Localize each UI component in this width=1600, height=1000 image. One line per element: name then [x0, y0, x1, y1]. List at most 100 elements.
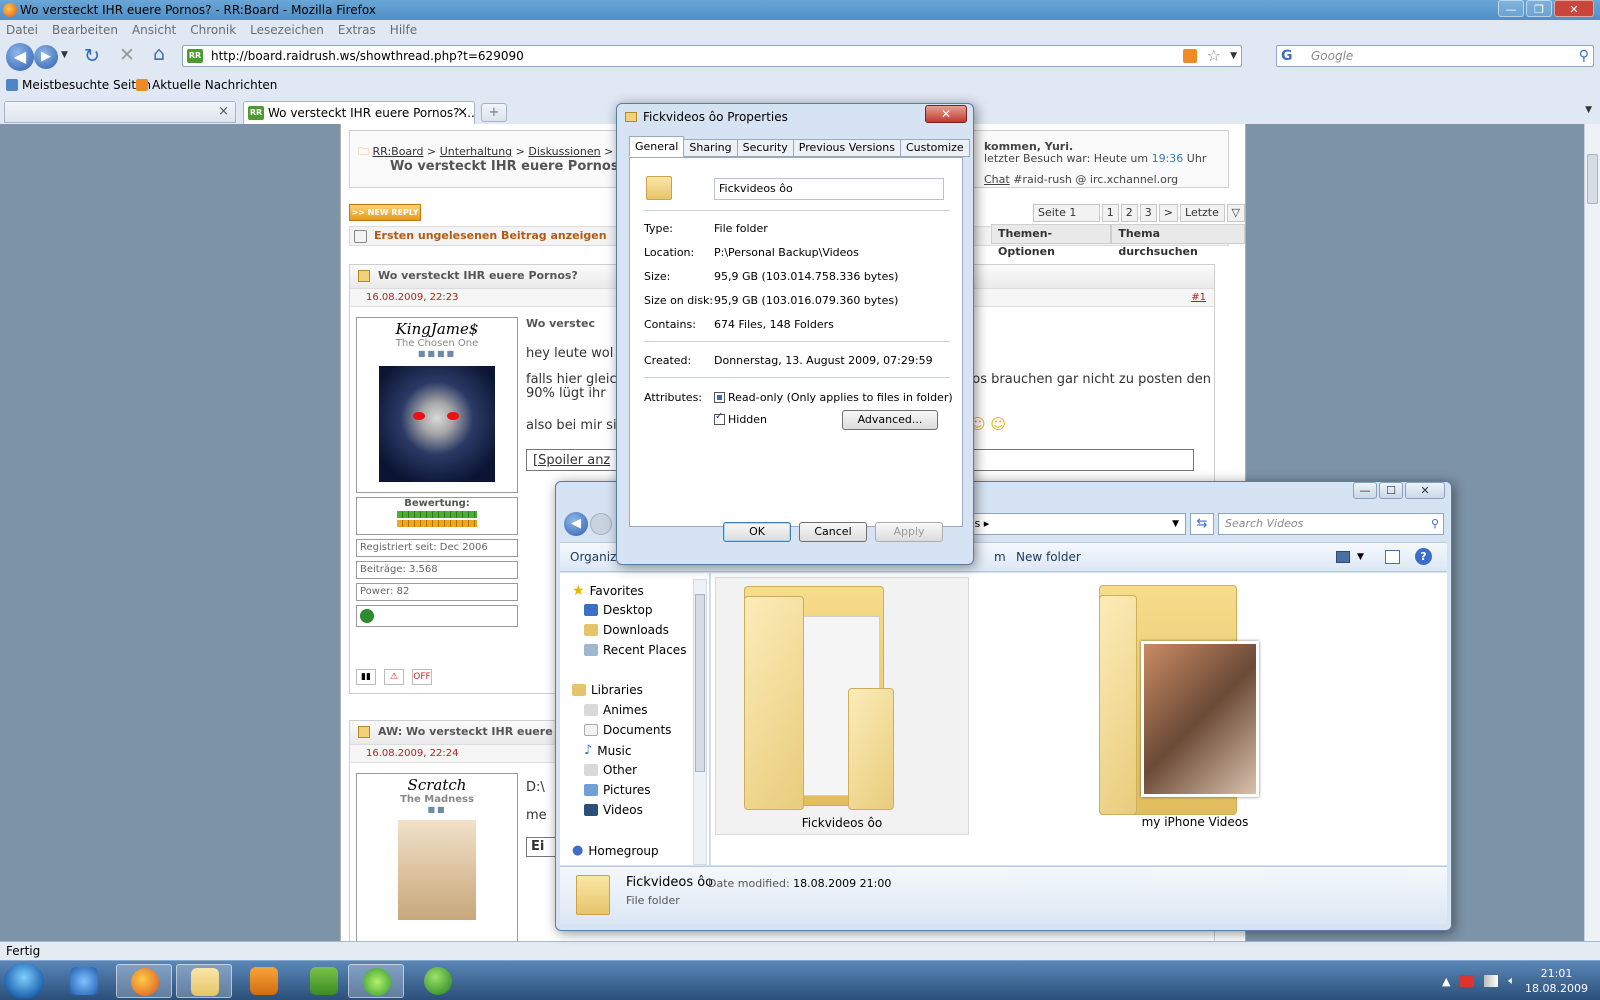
- menu-chronik[interactable]: Chronik: [190, 20, 236, 40]
- new-folder-button[interactable]: New folder: [1016, 543, 1081, 571]
- tab-blank[interactable]: ×: [4, 101, 236, 123]
- tab-customize[interactable]: Customize: [899, 139, 970, 157]
- folder-name-field[interactable]: Fickvideos ôo: [714, 178, 944, 200]
- taskbar-explorer[interactable]: [176, 964, 232, 998]
- reload-icon[interactable]: ↻: [84, 46, 100, 66]
- menu-extras[interactable]: Extras: [338, 20, 376, 40]
- forward-button[interactable]: [590, 513, 612, 535]
- nav-libraries[interactable]: Libraries: [572, 683, 643, 697]
- taskbar-icq[interactable]: [348, 964, 404, 998]
- taskbar-green-app[interactable]: [410, 964, 466, 998]
- views-dropdown-icon[interactable]: ▼: [1357, 543, 1364, 571]
- forward-button[interactable]: ▶: [34, 45, 58, 69]
- clock[interactable]: 21:01 18.08.2009: [1525, 966, 1588, 996]
- toolbar-button[interactable]: m: [994, 543, 1006, 571]
- start-button[interactable]: [4, 963, 44, 999]
- tab-close-icon[interactable]: ×: [457, 102, 468, 124]
- page-scrollbar[interactable]: [1584, 124, 1600, 941]
- stop-icon[interactable]: ✕: [119, 45, 135, 65]
- maximize-button[interactable]: ☐: [1379, 482, 1403, 499]
- url-bar[interactable]: RR http://board.raidrush.ws/showthread.p…: [182, 45, 1242, 67]
- readonly-checkbox[interactable]: Read-only (Only applies to files in fold…: [714, 391, 953, 404]
- search-icon[interactable]: ⚲: [1431, 514, 1439, 534]
- organize-button[interactable]: Organiz: [570, 543, 616, 571]
- google-icon[interactable]: G: [1281, 48, 1297, 64]
- back-button[interactable]: ◀: [564, 512, 588, 536]
- bookmark-star-icon[interactable]: ☆: [1207, 46, 1221, 66]
- new-reply-button[interactable]: >> NEW REPLY: [349, 204, 421, 221]
- tab-forum-thread[interactable]: RR Wo versteckt IHR euere Pornos? ... ×: [243, 101, 475, 124]
- report-icon[interactable]: ⚠: [384, 669, 404, 685]
- back-button[interactable]: ◀: [6, 43, 34, 71]
- url-dropdown-icon[interactable]: ▼: [1230, 46, 1237, 66]
- page-link-2[interactable]: 2: [1120, 204, 1138, 222]
- nav-documents[interactable]: Documents: [584, 723, 671, 737]
- home-icon[interactable]: ⌂: [153, 44, 165, 64]
- post-number-link[interactable]: #1: [1191, 289, 1206, 307]
- menu-lesezeichen[interactable]: Lesezeichen: [250, 20, 324, 40]
- menu-ansicht[interactable]: Ansicht: [132, 20, 176, 40]
- search-input[interactable]: Search Videos ⚲: [1218, 513, 1444, 535]
- breadcrumb-link-rrboard[interactable]: RR:Board: [373, 145, 424, 158]
- spoiler-toggle[interactable]: [Spoiler anz: [533, 453, 610, 468]
- tray-expand-icon[interactable]: ▲: [1442, 975, 1450, 988]
- nav-favorites[interactable]: ★ Favorites: [572, 583, 644, 599]
- new-tab-button[interactable]: +: [481, 103, 507, 122]
- tab-sharing[interactable]: Sharing: [683, 139, 738, 157]
- taskbar-firefox[interactable]: [116, 964, 172, 998]
- nav-recent-places[interactable]: Recent Places: [584, 643, 686, 657]
- views-icon[interactable]: [1336, 551, 1350, 563]
- page-link-3[interactable]: 3: [1139, 204, 1157, 222]
- close-button[interactable]: ✕: [925, 105, 967, 123]
- irc-chat-link[interactable]: Chat: [984, 173, 1010, 186]
- close-button[interactable]: ✕: [1405, 482, 1445, 499]
- taskbar-ie[interactable]: [56, 964, 112, 998]
- scrollbar-thumb[interactable]: [1587, 154, 1598, 204]
- nav-homegroup[interactable]: ● Homegroup: [572, 843, 659, 858]
- minimize-button[interactable]: —: [1498, 0, 1524, 17]
- restore-button[interactable]: ❐: [1526, 0, 1552, 17]
- menu-hilfe[interactable]: Hilfe: [390, 20, 417, 40]
- hidden-checkbox[interactable]: Hidden: [714, 411, 767, 426]
- taskbar-media-player[interactable]: [236, 964, 292, 998]
- bookmark-news[interactable]: Aktuelle Nachrichten: [136, 74, 277, 96]
- nav-videos[interactable]: Videos: [584, 803, 643, 817]
- thread-options-button[interactable]: Themen-Optionen: [991, 224, 1112, 258]
- ok-button[interactable]: OK: [723, 522, 791, 542]
- minimize-button[interactable]: —: [1353, 482, 1377, 499]
- tab-list-icon[interactable]: ▼: [1585, 105, 1592, 115]
- breadcrumb-link-unterhaltung[interactable]: Unterhaltung: [440, 145, 512, 158]
- refresh-icon[interactable]: ⇆: [1190, 513, 1214, 535]
- nav-animes[interactable]: Animes: [584, 703, 647, 717]
- page-next[interactable]: >: [1158, 204, 1179, 222]
- nav-desktop[interactable]: Desktop: [584, 603, 653, 617]
- network-icon[interactable]: [1484, 975, 1499, 987]
- address-dropdown-icon[interactable]: ▼: [1172, 514, 1179, 534]
- username[interactable]: KingJame$: [357, 318, 517, 338]
- volume-icon[interactable]: 🔈︎: [1508, 974, 1515, 988]
- username[interactable]: Scratch: [357, 774, 517, 794]
- rss-icon[interactable]: [1183, 49, 1197, 63]
- nav-scrollbar[interactable]: [693, 579, 707, 865]
- tab-general[interactable]: General: [629, 136, 685, 157]
- cancel-button[interactable]: Cancel: [799, 522, 867, 542]
- bookmark-most-visited[interactable]: Meistbesuchte Seiten: [6, 74, 151, 96]
- action-center-flag-icon[interactable]: [1460, 975, 1475, 987]
- stats-icon[interactable]: ▮▮: [356, 669, 376, 685]
- history-dropdown-icon[interactable]: ▼: [61, 50, 68, 60]
- menu-bearbeiten[interactable]: Bearbeiten: [52, 20, 118, 40]
- thread-search-button[interactable]: Thema durchsuchen: [1111, 224, 1245, 258]
- apply-button[interactable]: Apply: [875, 522, 943, 542]
- search-input[interactable]: G Google ⚲: [1276, 45, 1594, 67]
- tab-security[interactable]: Security: [736, 139, 794, 157]
- tab-previous-versions[interactable]: Previous Versions: [792, 139, 901, 157]
- nav-other[interactable]: Other: [584, 763, 637, 777]
- advanced-button[interactable]: Advanced...: [842, 410, 938, 430]
- pagination-dropdown-icon[interactable]: ▽: [1226, 204, 1245, 222]
- close-button[interactable]: ✕: [1554, 0, 1594, 17]
- page-last[interactable]: Letzte »: [1180, 204, 1225, 235]
- tab-close-icon[interactable]: ×: [218, 104, 229, 119]
- nav-downloads[interactable]: Downloads: [584, 623, 669, 637]
- menu-datei[interactable]: Datei: [6, 20, 38, 40]
- help-icon[interactable]: ?: [1415, 548, 1432, 565]
